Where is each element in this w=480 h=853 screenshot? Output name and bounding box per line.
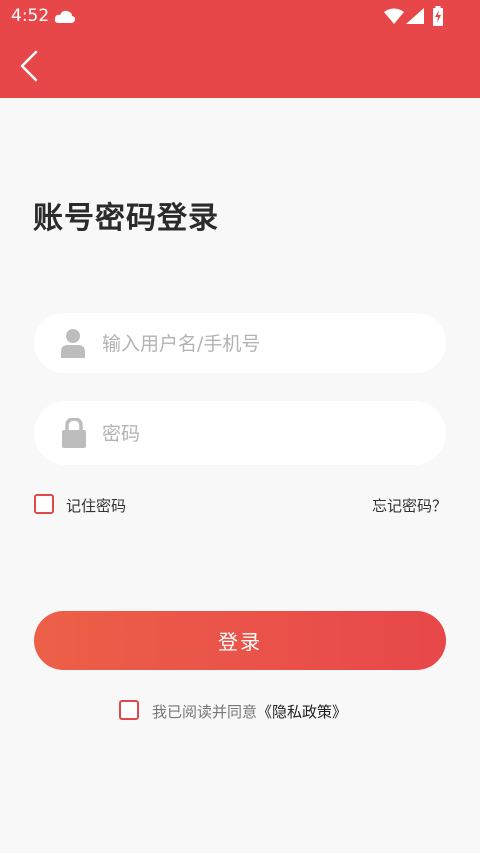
password-input[interactable]	[100, 401, 424, 467]
username-field[interactable]	[34, 313, 446, 375]
battery-charging-icon	[432, 6, 444, 30]
user-icon	[61, 328, 85, 362]
page-title: 账号密码登录	[33, 201, 219, 236]
status-bar: 4:52	[0, 0, 480, 32]
username-input[interactable]	[100, 313, 424, 375]
lock-icon	[61, 417, 87, 452]
cloud-icon	[54, 9, 76, 28]
password-field[interactable]	[34, 401, 446, 467]
agreement-text: 我已阅读并同意《隐私政策》	[152, 701, 347, 722]
remember-password-label: 记住密码	[66, 497, 127, 515]
agreement-checkbox[interactable]	[119, 700, 139, 720]
privacy-policy-link[interactable]: 《隐私政策》	[257, 703, 347, 721]
wifi-icon	[384, 8, 404, 28]
signal-icon	[406, 8, 424, 28]
back-button[interactable]	[14, 48, 50, 84]
app-header: 4:52	[0, 0, 480, 98]
login-button[interactable]: 登录	[34, 611, 446, 670]
remember-password-checkbox[interactable]	[34, 494, 54, 514]
agreement-prefix: 我已阅读并同意	[152, 703, 258, 721]
status-time: 4:52	[11, 6, 50, 26]
forgot-password-link[interactable]: 忘记密码？	[372, 495, 447, 516]
chevron-left-icon	[20, 50, 38, 82]
